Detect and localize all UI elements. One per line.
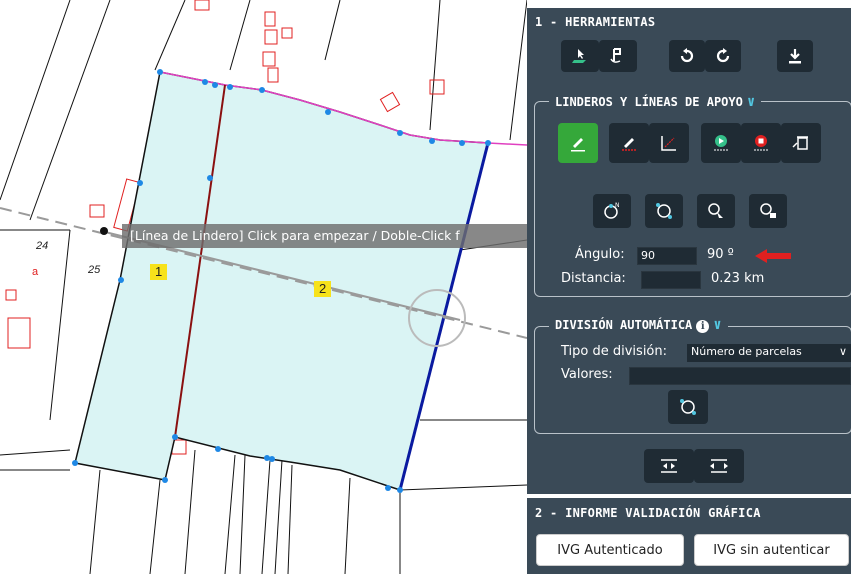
undo-icon [680,48,694,63]
division-group-title[interactable]: DIVISIÓN AUTOMÁTICA i ∨ [549,317,728,333]
download-button[interactable] [777,40,813,72]
snap-point-button[interactable] [645,194,683,228]
linderos-title-text: LINDEROS Y LÍNEAS DE APOYO [555,95,743,109]
parcel-number-24: 24 [36,240,49,252]
division-type-select[interactable]: Número de parcelas ∨ [687,344,851,362]
zoom-select-button[interactable] [697,194,735,228]
redo-icon [716,48,730,63]
section-title-herramientas: 1 - HERRAMIENTAS [535,15,656,29]
section-title-informe: 2 - INFORME VALIDACIÓN GRÁFICA [535,506,761,520]
stop-button[interactable] [741,123,781,163]
distance-input[interactable] [641,271,701,289]
play-button[interactable] [701,123,741,163]
redo-button[interactable] [705,40,741,72]
distance-value: 0.23 km [711,271,765,286]
values-label: Valores: [561,367,613,382]
division-title-text: DIVISIÓN AUTOMÁTICA [555,318,693,332]
distance-label: Distancia: [561,271,626,286]
section-divider [527,494,851,498]
snap-point-icon [680,399,696,415]
ivg-unauthenticated-button[interactable]: IVG sin autenticar [694,534,849,566]
merge-parcels-button[interactable] [644,449,694,483]
edit-parcel-icon [610,48,621,63]
chevron-down-icon: ∨ [746,94,756,110]
draw-line-icon [571,138,585,152]
delete-icon [792,136,808,150]
erase-line-button[interactable] [609,123,649,163]
download-icon [789,49,801,64]
parcel-letter-a: a [32,266,39,278]
values-input[interactable] [629,367,851,385]
zoom-lock-button[interactable] [749,194,787,228]
edit-parcel-button[interactable] [599,40,637,72]
map-drawing[interactable] [0,0,527,574]
xy-line-button[interactable] [649,123,689,163]
undo-button[interactable] [669,40,705,72]
split-icon [710,459,728,473]
select-parcel-icon [572,49,586,63]
north-rotate-button[interactable]: N [593,194,631,228]
division-type-value: Número de parcelas [691,345,802,358]
ivg-authenticated-button[interactable]: IVG Autenticado [536,534,684,566]
division-type-label: Tipo de división: [561,344,667,359]
select-parcel-button[interactable] [561,40,599,72]
info-icon[interactable]: i [696,320,710,333]
chevron-down-icon: ∨ [838,345,847,358]
auto-divide-button[interactable] [668,390,708,424]
parcel-number-25: 25 [88,264,101,276]
linderos-group-title[interactable]: LINDEROS Y LÍNEAS DE APOYO ∨ [549,94,762,110]
stop-icon [754,135,768,151]
parcel-badge-2[interactable]: 2 [314,281,332,297]
play-icon [714,135,728,151]
erase-line-icon [622,138,636,151]
north-rotate-icon: N [604,202,620,219]
xy-line-icon [661,136,676,151]
zoom-select-icon [708,203,723,218]
angle-label: Ángulo: [575,247,625,262]
draw-line-button[interactable] [558,123,598,163]
angle-input[interactable]: 90 [637,247,697,265]
delete-line-button[interactable] [781,123,821,163]
map-tooltip: [Línea de Lindero] Click para empezar / … [122,224,528,248]
zoom-lock-icon [760,203,776,218]
angle-value: 90 º [707,247,734,262]
tools-panel: 1 - HERRAMIENTAS LINDEROS Y LÍNEAS DE AP… [527,8,851,574]
merge-icon [661,459,677,473]
snap-point-icon [656,203,672,219]
red-arrow-icon [755,249,791,263]
chevron-down-icon: ∨ [713,317,722,333]
parcel-badge-1[interactable]: 1 [150,264,168,280]
svg-text:N: N [615,202,620,209]
split-parcels-button[interactable] [694,449,744,483]
